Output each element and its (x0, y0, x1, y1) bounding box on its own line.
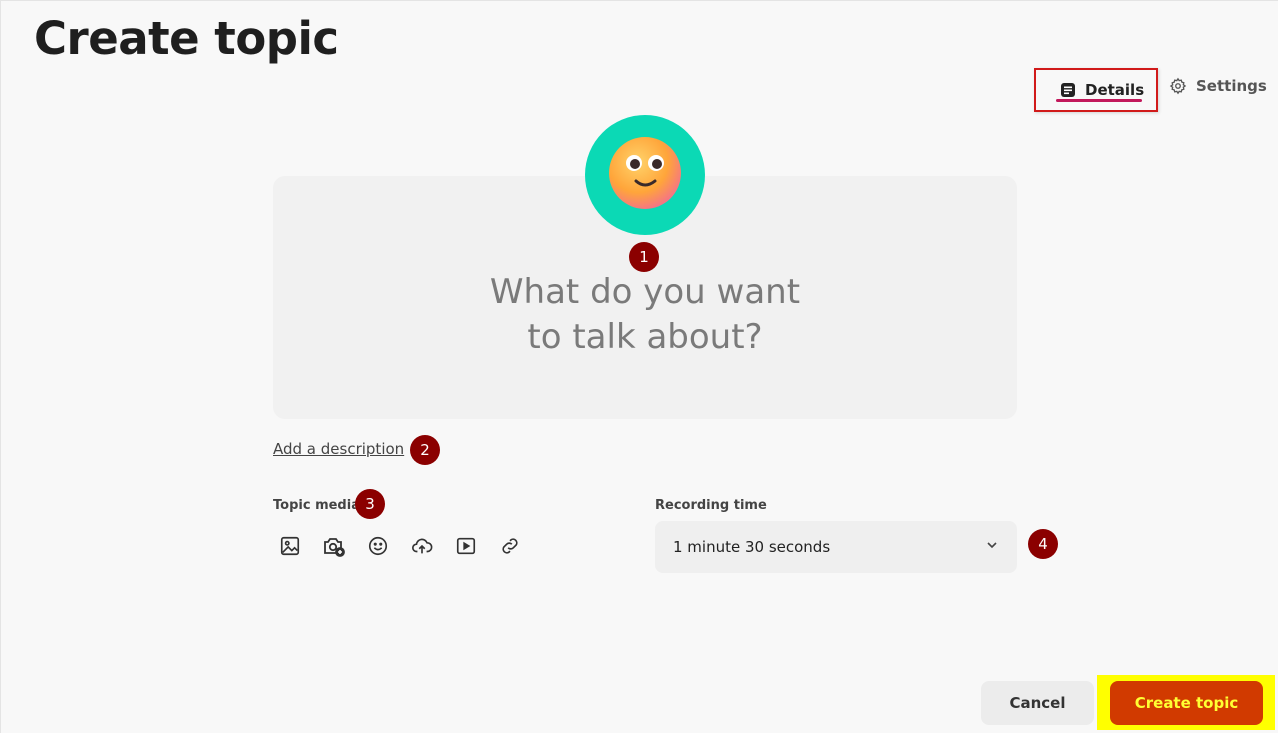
tab-details-label: Details (1085, 81, 1145, 99)
camera-add-icon[interactable] (322, 534, 346, 558)
topic-media-label: Topic media (273, 498, 360, 513)
cancel-button[interactable]: Cancel (981, 681, 1094, 725)
chevron-down-icon (985, 538, 999, 556)
tab-settings[interactable]: Settings (1169, 75, 1267, 97)
details-icon (1060, 82, 1076, 98)
step-badge-1: 1 (629, 242, 659, 272)
step-badge-4: 4 (1028, 529, 1058, 559)
add-description-link[interactable]: Add a description (273, 440, 404, 458)
gear-icon (1169, 77, 1187, 95)
recording-time-select[interactable]: 1 minute 30 seconds (655, 521, 1017, 573)
step-badge-3: 3 (355, 489, 385, 519)
tab-details[interactable]: Details (1034, 68, 1158, 112)
step-badge-2: 2 (410, 435, 440, 465)
recording-time-label: Recording time (655, 498, 767, 513)
video-icon[interactable] (454, 534, 478, 558)
topic-avatar[interactable] (585, 115, 705, 235)
emoji-icon[interactable] (366, 534, 390, 558)
active-tab-underline (1056, 99, 1142, 102)
tab-settings-label: Settings (1196, 77, 1267, 95)
media-toolbar (278, 534, 522, 558)
smiling-face-emoji-icon (605, 133, 685, 217)
page-title: Create topic (34, 12, 339, 65)
topic-prompt-input[interactable]: What do you want to talk about? (273, 270, 1017, 360)
create-topic-button[interactable]: Create topic (1110, 681, 1263, 725)
recording-time-value: 1 minute 30 seconds (673, 538, 831, 556)
upload-icon[interactable] (410, 534, 434, 558)
image-icon[interactable] (278, 534, 302, 558)
link-icon[interactable] (498, 534, 522, 558)
